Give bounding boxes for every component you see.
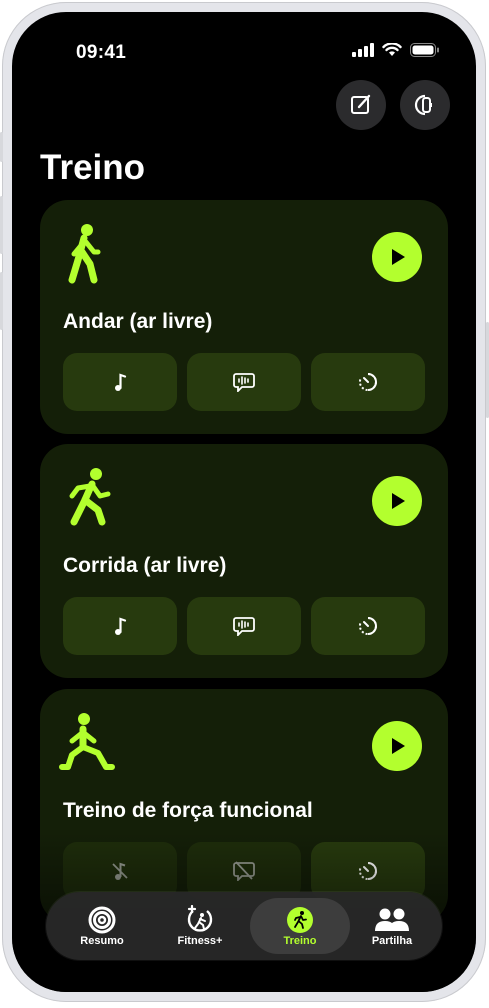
tab-label: Resumo [80, 935, 124, 947]
goal-timer-button[interactable] [311, 597, 425, 655]
timer-icon [358, 862, 378, 880]
music-note-icon [115, 617, 127, 635]
workout-card-strength[interactable]: Treino de força funcional [40, 689, 448, 923]
timer-icon [358, 617, 378, 635]
page-title: Treino [40, 148, 146, 187]
volume-down-button [0, 272, 3, 330]
edit-button[interactable] [336, 80, 386, 130]
play-icon [392, 738, 405, 754]
fitness-plus-icon [187, 905, 213, 932]
music-note-icon [115, 373, 127, 391]
workout-title: Corrida (ar livre) [63, 554, 227, 577]
workout-title: Andar (ar livre) [63, 310, 213, 333]
status-icons [352, 43, 440, 57]
voice-feedback-button[interactable] [187, 353, 301, 411]
voice-bubble-icon [233, 617, 255, 636]
music-button[interactable] [63, 353, 177, 411]
tab-treino[interactable]: Treino [250, 898, 350, 954]
running-figure-icon [69, 468, 111, 526]
voice-off-icon [233, 861, 255, 881]
tab-resumo[interactable]: Resumo [52, 898, 152, 954]
workout-actions [63, 353, 425, 411]
workout-actions [63, 597, 425, 655]
volume-up-button [0, 196, 3, 254]
rings-icon [88, 906, 116, 934]
workout-card-walk[interactable]: Andar (ar livre) [40, 200, 448, 434]
watch-button[interactable] [400, 80, 450, 130]
strength-figure-icon [59, 713, 115, 770]
ringer-switch [0, 132, 3, 162]
goal-timer-button[interactable] [311, 353, 425, 411]
music-off-icon [112, 862, 128, 880]
workout-card-run[interactable]: Corrida (ar livre) [40, 444, 448, 678]
cellular-signal-icon [352, 43, 374, 57]
start-workout-button[interactable] [372, 476, 422, 526]
watch-icon [414, 94, 432, 116]
battery-icon [410, 43, 439, 57]
timer-icon [358, 373, 378, 391]
tab-bar: Resumo Fitness+ Treino Partilha [46, 892, 442, 960]
screen: 09:41 Treino Andar (ar livre) Corrida (a… [12, 12, 476, 992]
start-workout-button[interactable] [372, 232, 422, 282]
play-icon [392, 493, 405, 509]
status-time: 09:41 [76, 42, 127, 63]
tab-label: Treino [283, 935, 317, 947]
workout-title: Treino de força funcional [63, 799, 313, 822]
edit-icon [351, 94, 371, 114]
voice-feedback-button[interactable] [187, 597, 301, 655]
tab-label: Fitness+ [177, 935, 223, 947]
start-workout-button[interactable] [372, 721, 422, 771]
play-icon [392, 249, 405, 265]
voice-bubble-icon [233, 373, 255, 392]
runner-icon [287, 907, 313, 933]
music-button[interactable] [63, 597, 177, 655]
tab-fitness-plus[interactable]: Fitness+ [150, 898, 250, 954]
walking-figure-icon [68, 224, 101, 284]
tab-partilha[interactable]: Partilha [342, 898, 442, 954]
people-icon [375, 908, 409, 931]
tab-label: Partilha [371, 935, 413, 947]
wifi-icon [382, 43, 402, 56]
